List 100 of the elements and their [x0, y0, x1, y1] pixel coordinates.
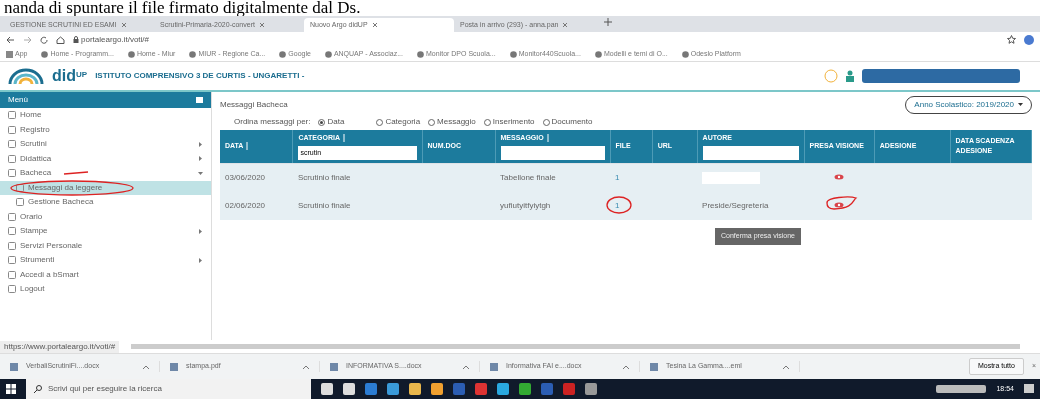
caret-right-icon[interactable] — [198, 141, 203, 147]
sidebar-item[interactable]: Logout — [0, 282, 211, 297]
square-icon — [8, 212, 16, 221]
table-cell: yufiutyitfyiytgh — [500, 200, 551, 210]
app-icon[interactable] — [519, 383, 531, 395]
menu-toggle-icon[interactable] — [196, 97, 203, 103]
sidebar-subitem[interactable]: Gestione Bacheca — [0, 195, 211, 210]
sidebar-item[interactable]: Accedi a bSmart — [0, 267, 211, 282]
app-icon[interactable] — [365, 383, 377, 395]
app-icon[interactable] — [541, 383, 553, 395]
back-arrow-icon[interactable] — [6, 35, 15, 44]
chevron-up-icon[interactable] — [783, 364, 789, 369]
square-icon — [8, 154, 16, 163]
sidebar-label: Strumenti — [20, 254, 55, 267]
sidebar-label: Orario — [20, 210, 43, 223]
caret-right-icon[interactable] — [198, 156, 203, 162]
sidebar-subitem[interactable]: Messaggi da leggere — [0, 180, 211, 195]
horizontal-scrollbar[interactable] — [131, 344, 1020, 349]
sidebar-item[interactable]: Home — [0, 108, 211, 123]
sidebar-item[interactable]: Strumenti — [0, 253, 211, 268]
file-link[interactable]: 1 — [615, 200, 620, 210]
app-icon[interactable] — [409, 383, 421, 395]
sort-icon[interactable] — [545, 134, 550, 143]
sidebar-item[interactable]: Servizi Personale — [0, 238, 211, 253]
app-icon[interactable] — [343, 383, 355, 395]
sort-radio[interactable]: Inserimento — [483, 116, 535, 128]
close-icon[interactable] — [258, 22, 265, 28]
rainbow-logo-icon — [8, 66, 44, 86]
sort-radio[interactable]: Messaggio — [428, 116, 476, 128]
sort-radio[interactable]: Data — [318, 116, 345, 128]
filter-field[interactable] — [702, 145, 799, 160]
star-icon[interactable] — [1007, 35, 1016, 44]
sidebar-label: Didattica — [20, 152, 52, 165]
caret-down-icon[interactable] — [198, 170, 203, 176]
forward-arrow-icon[interactable] — [23, 35, 32, 44]
sidebar-item[interactable]: Bacheca — [0, 166, 211, 181]
taskbar-search[interactable]: Scrivi qui per eseguire la ricerca — [26, 379, 311, 399]
square-icon — [8, 125, 16, 134]
app-icon[interactable] — [563, 383, 575, 395]
status-url: https://www.portaleargo.it/voti/# — [0, 340, 120, 353]
table-cell: Tabellone finale — [500, 172, 556, 182]
year-label: Anno Scolastico: 2019/2020 — [914, 99, 1014, 111]
table-cell: Scrutinio finale — [297, 172, 351, 182]
page-title: Messaggi Bacheca — [220, 99, 288, 111]
sidebar-item[interactable]: Didattica — [0, 151, 211, 166]
square-icon — [8, 227, 16, 236]
chevron-up-icon[interactable] — [463, 364, 469, 369]
radio-label: Messaggio — [437, 116, 476, 128]
windows-start-icon[interactable] — [6, 384, 16, 394]
sort-radio[interactable]: Documento — [542, 116, 593, 128]
address-bar[interactable]: portaleargo.it/voti/# — [73, 33, 999, 46]
sidebar-item[interactable]: Scrutini — [0, 137, 211, 152]
app-logo: did$^{UP}$ — [52, 66, 88, 86]
close-icon[interactable] — [562, 22, 569, 28]
sidebar-label: Logout — [20, 283, 45, 296]
close-icon[interactable] — [371, 22, 378, 28]
table-cell: Scrutinio finale — [297, 200, 351, 210]
sidebar-item[interactable]: Registro — [0, 122, 211, 137]
sidebar-label: Accedi a bSmart — [20, 268, 79, 281]
radio-label: Inserimento — [492, 116, 535, 128]
square-icon — [8, 256, 16, 265]
sort-radio[interactable]: Categoria — [376, 116, 421, 128]
sort-icon[interactable] — [341, 134, 346, 143]
eye-icon[interactable] — [834, 174, 845, 181]
square-icon — [8, 241, 16, 250]
app-icon[interactable] — [321, 383, 333, 395]
sidebar-item[interactable]: Orario — [0, 209, 211, 224]
app-icon[interactable] — [475, 383, 487, 395]
filter-field[interactable] — [500, 145, 605, 160]
file-link[interactable]: 1 — [615, 172, 620, 182]
chevron-up-icon[interactable] — [303, 364, 309, 369]
reload-icon[interactable] — [40, 35, 48, 44]
home-icon[interactable] — [56, 35, 65, 44]
app-icon[interactable] — [585, 383, 597, 395]
chevron-up-icon[interactable] — [623, 364, 629, 369]
square-icon — [16, 198, 24, 207]
sort-icon[interactable] — [245, 142, 250, 151]
table-cell: 03/06/2020 — [225, 172, 266, 182]
app-icon[interactable] — [497, 383, 509, 395]
square-icon — [8, 270, 16, 279]
sidebar-label: Stampe — [20, 225, 48, 238]
sidebar-item[interactable]: Stampe — [0, 224, 211, 239]
app-icon[interactable] — [387, 383, 399, 395]
table-cell: 02/06/2020 — [225, 200, 266, 210]
plus-icon[interactable] — [604, 18, 612, 26]
app-icon[interactable] — [431, 383, 443, 395]
radio-label: Documento — [551, 116, 593, 128]
notification-icon[interactable] — [1024, 384, 1034, 394]
system-tray-icon[interactable] — [936, 385, 987, 393]
chevron-up-icon[interactable] — [143, 364, 149, 369]
sidebar-title: Menù — [8, 94, 28, 106]
caret-right-icon[interactable] — [198, 257, 203, 263]
app-icon[interactable] — [453, 383, 465, 395]
eye-icon[interactable] — [834, 202, 845, 209]
close-icon[interactable] — [120, 22, 127, 28]
square-icon — [16, 183, 24, 192]
avatar-icon[interactable] — [1024, 34, 1034, 45]
caret-right-icon[interactable] — [198, 228, 203, 234]
radio-label: Data — [327, 116, 345, 128]
sidebar-label: Messaggi da leggere — [28, 181, 103, 194]
